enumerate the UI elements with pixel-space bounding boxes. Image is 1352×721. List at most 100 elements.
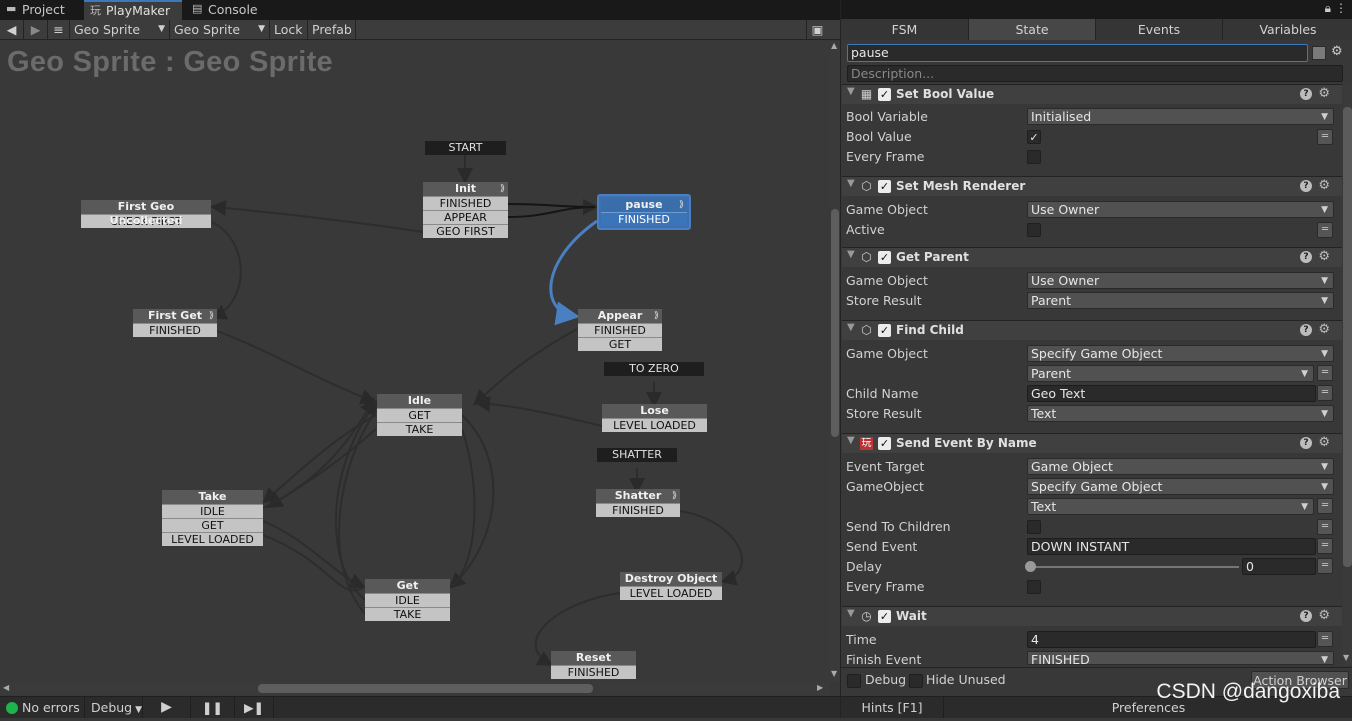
transition[interactable]: LEVEL LOADED	[620, 586, 722, 600]
transition[interactable]: IDLE	[162, 504, 263, 518]
transition[interactable]: FINISHED	[601, 212, 687, 226]
gameobject-dropdown[interactable]: Specify Game Object ▼	[1027, 478, 1334, 495]
state-idle[interactable]: Idle GET TAKE	[377, 394, 462, 436]
gear-icon[interactable]: ⚙	[1318, 249, 1330, 264]
variable-toggle-button[interactable]: ═	[1317, 222, 1333, 238]
graph-vertical-scrollbar[interactable]: ▲ ▼	[830, 41, 840, 682]
fsm-graph-canvas[interactable]: Geo Sprite : Geo Sprite START TO ZERO SH…	[0, 41, 830, 682]
state-pause[interactable]: pause ⟫ FINISHED	[597, 194, 691, 230]
child-name-input[interactable]: Geo Text	[1027, 385, 1316, 402]
fold-icon[interactable]: ▼	[847, 249, 855, 260]
global-event-start[interactable]: START	[425, 141, 506, 155]
play-button[interactable]: ▶	[142, 697, 190, 718]
help-icon[interactable]: ?	[1300, 180, 1312, 192]
transition[interactable]: TAKE	[377, 422, 462, 436]
variable-toggle-button[interactable]: ═	[1317, 385, 1333, 401]
gear-icon[interactable]: ⚙	[1318, 322, 1330, 337]
finish-event-dropdown[interactable]: FINISHED ▼	[1027, 651, 1334, 665]
fold-icon[interactable]: ▼	[847, 608, 855, 619]
transition[interactable]: IDLE	[365, 593, 450, 607]
tab-state[interactable]: State	[969, 19, 1096, 40]
send-event-input[interactable]: DOWN INSTANT	[1027, 538, 1316, 555]
description-input[interactable]: Description...	[847, 65, 1343, 82]
store-result-dropdown[interactable]: Text ▼	[1027, 405, 1334, 422]
bool-variable-dropdown[interactable]: Initialised ▼	[1027, 108, 1334, 125]
debug-checkbox[interactable]	[847, 674, 861, 688]
help-icon[interactable]: ?	[1300, 88, 1312, 100]
graph-horizontal-scrollbar[interactable]: ◀ ▶	[0, 682, 830, 695]
help-icon[interactable]: ?	[1300, 437, 1312, 449]
state-init[interactable]: Init ⟫ FINISHED APPEAR GEO FIRST	[423, 182, 508, 238]
bool-value-checkbox[interactable]: ✓	[1027, 130, 1041, 144]
variable-toggle-button[interactable]: ═	[1317, 365, 1333, 381]
game-object-dropdown[interactable]: Use Owner ▼	[1027, 272, 1334, 289]
every-frame-checkbox[interactable]	[1027, 580, 1041, 594]
action-header-send-event-by-name[interactable]: ▼ 玩 ✓ Send Event By Name ? ⚙	[842, 433, 1342, 453]
action-enabled-checkbox[interactable]: ✓	[878, 610, 891, 623]
fold-icon[interactable]: ▼	[847, 322, 855, 333]
gear-icon[interactable]: ⚙	[1331, 44, 1343, 59]
error-status[interactable]: No errors	[6, 697, 86, 718]
send-to-children-checkbox[interactable]	[1027, 520, 1041, 534]
debug-dropdown[interactable]: Debug ▼	[84, 697, 142, 718]
state-first-geo-uncollected[interactable]: First Geo Uncollected CHECK FIRST	[81, 200, 211, 228]
state-color-swatch[interactable]	[1312, 46, 1326, 60]
state-reset[interactable]: Reset FINISHED	[551, 651, 636, 679]
minimap-button[interactable]: ▣	[806, 20, 828, 40]
variable-toggle-button[interactable]: ═	[1317, 519, 1333, 535]
scroll-right-icon[interactable]: ▶	[817, 683, 823, 692]
kebab-menu-icon[interactable]: ⋮	[1335, 1, 1347, 15]
scroll-down-icon[interactable]: ▼	[1343, 653, 1349, 662]
state-lose[interactable]: Lose LEVEL LOADED	[602, 404, 707, 432]
transition[interactable]: LEVEL LOADED	[602, 418, 707, 432]
gear-icon[interactable]: ⚙	[1318, 435, 1330, 450]
menu-button[interactable]: ≡	[48, 20, 70, 40]
scroll-up-icon[interactable]: ▲	[831, 41, 837, 50]
transition[interactable]: GET	[377, 408, 462, 422]
state-get[interactable]: Get IDLE TAKE	[365, 579, 450, 621]
help-icon[interactable]: ?	[1300, 610, 1312, 622]
transition[interactable]: GET	[578, 337, 662, 351]
gear-icon[interactable]: ⚙	[1318, 608, 1330, 623]
hide-unused-checkbox[interactable]	[909, 674, 923, 688]
hints-button[interactable]: Hints [F1]	[841, 697, 944, 718]
state-name-input[interactable]: pause	[847, 44, 1308, 62]
transition[interactable]: GEO FIRST	[423, 224, 508, 238]
nav-forward-button[interactable]: ▶	[24, 20, 48, 40]
variable-toggle-button[interactable]: ═	[1317, 631, 1333, 647]
state-shatter[interactable]: Shatter ⟫ FINISHED	[596, 489, 680, 517]
scroll-down-icon[interactable]: ▼	[831, 669, 837, 678]
variable-toggle-button[interactable]: ═	[1317, 498, 1333, 514]
action-header-find-child[interactable]: ▼ ⬡ ✓ Find Child ? ⚙	[842, 320, 1342, 340]
action-header-wait[interactable]: ▼ ◷ ✓ Wait ? ⚙	[842, 606, 1342, 626]
transition[interactable]: LEVEL LOADED	[162, 532, 263, 546]
global-event-shatter[interactable]: SHATTER	[597, 448, 677, 462]
scroll-thumb[interactable]	[258, 684, 593, 693]
action-enabled-checkbox[interactable]: ✓	[878, 324, 891, 337]
pause-button[interactable]: ❚❚	[190, 697, 234, 718]
transition[interactable]: FINISHED	[133, 323, 217, 337]
scroll-thumb[interactable]	[831, 209, 839, 437]
tab-playmaker[interactable]: 玩 PlayMaker	[84, 0, 182, 20]
state-appear[interactable]: Appear ⟫ FINISHED GET	[578, 309, 662, 351]
action-header-set-bool-value[interactable]: ▼ ▦ ✓ Set Bool Value ? ⚙	[842, 84, 1342, 104]
fold-icon[interactable]: ▼	[847, 86, 855, 97]
game-object-dropdown[interactable]: Use Owner ▼	[1027, 201, 1334, 218]
transition[interactable]: FINISHED	[551, 665, 636, 679]
variable-toggle-button[interactable]: ═	[1317, 538, 1333, 554]
tab-console[interactable]: ▤ Console	[186, 0, 266, 20]
time-input[interactable]: 4	[1027, 631, 1316, 648]
prefab-button[interactable]: Prefab	[308, 20, 356, 40]
state-take[interactable]: Take IDLE GET LEVEL LOADED	[162, 490, 263, 546]
action-enabled-checkbox[interactable]: ✓	[878, 251, 891, 264]
fold-icon[interactable]: ▼	[847, 178, 855, 189]
fold-icon[interactable]: ▼	[847, 435, 855, 446]
state-destroy-object[interactable]: Destroy Object LEVEL LOADED	[620, 572, 722, 600]
delay-input[interactable]: 0	[1242, 558, 1316, 575]
state-first-get[interactable]: First Get ⟫ FINISHED	[133, 309, 217, 337]
variable-toggle-button[interactable]: ═	[1317, 558, 1333, 574]
action-header-set-mesh-renderer[interactable]: ▼ ⬡ ✓ Set Mesh Renderer ? ⚙	[842, 176, 1342, 196]
game-object-variable-dropdown[interactable]: Parent ▼	[1027, 365, 1314, 382]
transition[interactable]: GET	[162, 518, 263, 532]
action-enabled-checkbox[interactable]: ✓	[878, 88, 891, 101]
